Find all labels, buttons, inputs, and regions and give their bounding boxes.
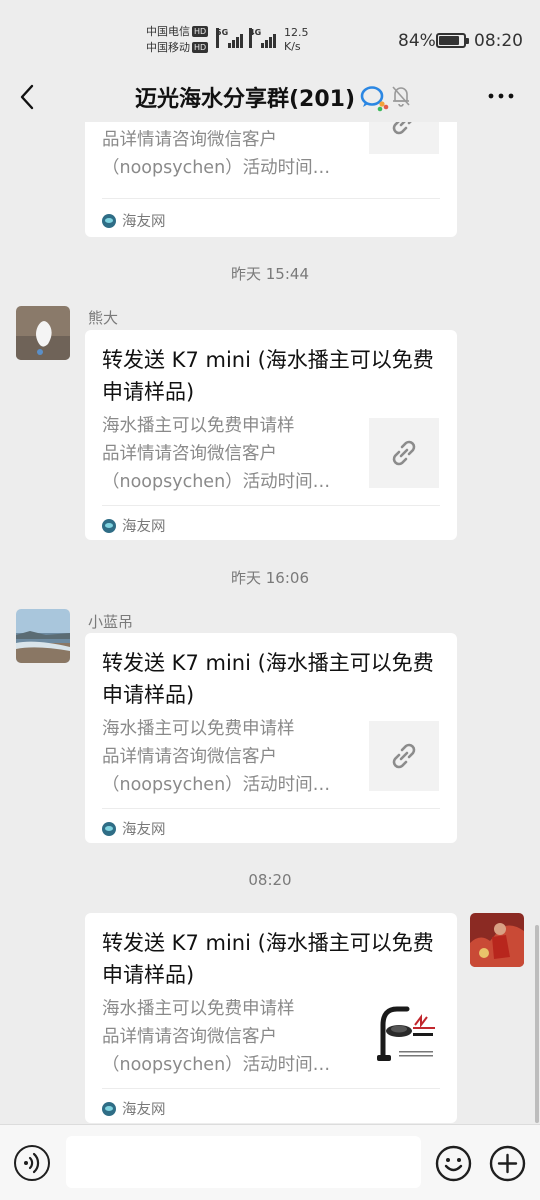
link-card[interactable]: 转发送 K7 mini (海水播主可以免费申请样品) 海水播主可以免费申请样 品… [85, 913, 457, 1123]
card-divider [102, 1088, 440, 1089]
hd-badge: HD [192, 42, 209, 53]
product-image [369, 999, 439, 1069]
chat-header: 迈光海水分享群(201) [0, 72, 540, 122]
card-description: 海水播主可以免费申请样 品详情请咨询微信客户 （noopsychen）活动时间… [102, 995, 352, 1079]
card-source-label: 海友网 [122, 519, 166, 535]
carrier-2: 中国移动 [146, 41, 190, 54]
message-list[interactable]: 品详情请咨询微信客户 （noopsychen）活动时间… 海友网 昨天 15:4… [0, 122, 540, 1124]
link-card[interactable]: 转发送 K7 mini (海水播主可以免费申请样品) 海水播主可以免费申请样 品… [85, 633, 457, 843]
card-description: 海水播主可以免费申请样 品详情请咨询微信客户 （noopsychen）活动时间… [102, 412, 352, 496]
card-title: 转发送 K7 mini (海水播主可以免费申请样品) [102, 348, 434, 404]
status-bar: 中国电信 HD 中国移动 HD 5G 4G 12.5 K/s 84% 08:20 [0, 0, 540, 72]
card-desc-line: 海水播主可以免费申请样 [102, 416, 295, 436]
chat-input-bar [0, 1124, 540, 1200]
haiyou-logo-icon [102, 519, 116, 533]
card-title: 转发送 K7 mini (海水播主可以免费申请样品) [102, 931, 434, 987]
haiyou-logo-icon [102, 1102, 116, 1116]
card-desc-line: （noopsychen）活动时间… [102, 158, 331, 178]
emoji-icon [435, 1145, 472, 1182]
card-divider [102, 198, 440, 199]
time-stamp: 昨天 15:44 [231, 265, 309, 283]
card-divider [102, 808, 440, 809]
card-source: 海友网 [102, 210, 166, 231]
network-gen-label: 4G [249, 28, 261, 48]
avatar-self[interactable] [470, 913, 524, 967]
card-source-label: 海友网 [122, 822, 166, 838]
card-desc-line: 品详情请咨询微信客户 [102, 1027, 277, 1047]
time-stamp: 昨天 16:06 [231, 569, 309, 587]
message-input[interactable] [66, 1136, 421, 1188]
card-source: 海友网 [102, 515, 166, 536]
card-thumbnail [369, 418, 439, 488]
more-functions-button[interactable] [489, 1145, 526, 1182]
sender-name: 熊大 [88, 309, 119, 327]
network-speed-unit: K/s [284, 40, 301, 53]
card-source-label: 海友网 [122, 214, 166, 230]
voice-icon [24, 1152, 40, 1174]
card-description: 品详情请咨询微信客户 （noopsychen）活动时间… [102, 126, 352, 182]
network-speed: 12.5 K/s [284, 26, 309, 54]
voice-button[interactable] [14, 1145, 50, 1181]
wecom-group-icon [360, 86, 389, 112]
carrier-1: 中国电信 [146, 25, 190, 38]
signal-5g-icon: 5G [216, 28, 246, 48]
link-icon [392, 440, 416, 466]
scrollbar[interactable] [535, 925, 539, 1123]
link-icon [392, 122, 412, 135]
card-desc-line: 品详情请咨询微信客户 [102, 130, 277, 150]
more-dots-icon [488, 93, 514, 99]
plus-icon [489, 1145, 526, 1182]
haiyou-logo-icon [102, 214, 116, 228]
card-divider [102, 505, 440, 506]
time-stamp: 08:20 [248, 871, 292, 889]
card-desc-line: 品详情请咨询微信客户 [102, 444, 277, 464]
haiyou-logo-icon [102, 822, 116, 836]
carrier-info: 中国电信 HD 中国移动 HD [146, 24, 209, 56]
card-description: 海水播主可以免费申请样 品详情请咨询微信客户 （noopsychen）活动时间… [102, 715, 352, 799]
card-title: 转发送 K7 mini (海水播主可以免费申请样品) [102, 651, 434, 707]
network-gen-label: 5G [216, 28, 228, 48]
chat-title-wrap: 迈光海水分享群(201) [0, 81, 540, 113]
battery-icon [436, 33, 469, 48]
card-thumbnail [369, 721, 439, 791]
more-button[interactable] [486, 84, 516, 108]
link-icon [392, 743, 416, 769]
card-source: 海友网 [102, 818, 166, 839]
avatar[interactable] [16, 306, 70, 360]
card-desc-line: 海水播主可以免费申请样 [102, 999, 295, 1019]
card-source-label: 海友网 [122, 1102, 166, 1118]
card-desc-line: （noopsychen）活动时间… [102, 775, 331, 795]
avatar[interactable] [16, 609, 70, 663]
network-speed-value: 12.5 [284, 26, 309, 39]
link-card[interactable]: 品详情请咨询微信客户 （noopsychen）活动时间… 海友网 [85, 122, 457, 237]
battery-percent: 84% [398, 31, 436, 51]
mute-bell-icon [390, 84, 412, 108]
status-time: 08:20 [474, 31, 523, 51]
page-title: 迈光海水分享群(201) [134, 87, 356, 112]
emoji-button[interactable] [435, 1145, 472, 1182]
card-desc-line: 海水播主可以免费申请样 [102, 719, 295, 739]
card-source: 海友网 [102, 1098, 166, 1119]
link-card[interactable]: 转发送 K7 mini (海水播主可以免费申请样品) 海水播主可以免费申请样 品… [85, 330, 457, 540]
card-thumbnail [369, 122, 439, 154]
card-desc-line: （noopsychen）活动时间… [102, 472, 331, 492]
hd-badge: HD [192, 26, 209, 37]
card-desc-line: 品详情请咨询微信客户 [102, 747, 277, 767]
card-desc-line: （noopsychen）活动时间… [102, 1055, 331, 1075]
sender-name: 小蓝吊 [88, 613, 134, 631]
signal-4g-icon: 4G [249, 28, 279, 48]
